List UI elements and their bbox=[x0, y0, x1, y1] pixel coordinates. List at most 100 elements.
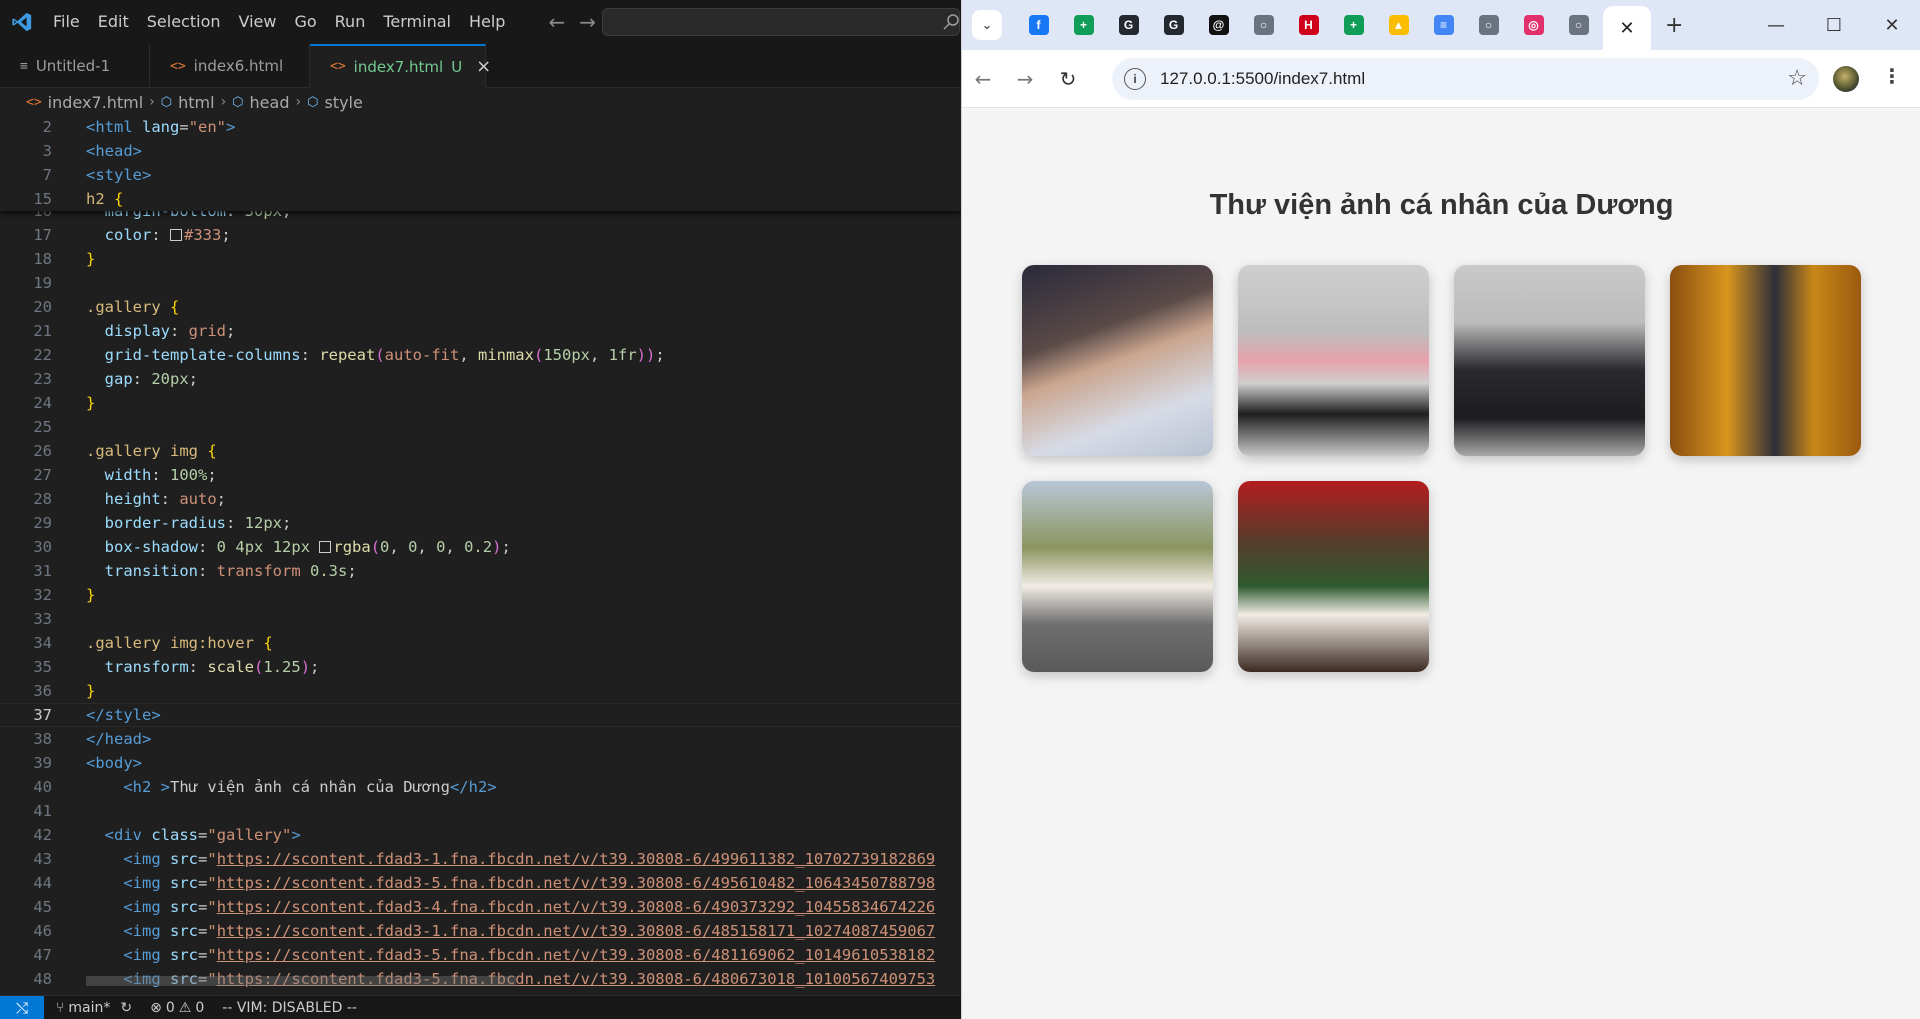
browser-tab[interactable]: ≡ bbox=[1421, 11, 1466, 39]
code-line[interactable]: 30 box-shadow: 0 4px 12px rgba(0, 0, 0, … bbox=[0, 535, 961, 559]
address-bar[interactable]: i 127.0.0.1:5500/index7.html ☆ bbox=[1112, 58, 1819, 100]
site-info-icon[interactable]: i bbox=[1124, 68, 1146, 90]
git-branch[interactable]: ⑂ main* ↻ bbox=[56, 1000, 132, 1016]
code-line[interactable]: 23 gap: 20px; bbox=[0, 367, 961, 391]
close-icon[interactable]: × bbox=[476, 56, 491, 77]
code-line[interactable]: 24} bbox=[0, 391, 961, 415]
chevron-right-icon: › bbox=[220, 94, 227, 110]
command-center-search[interactable] bbox=[602, 8, 960, 36]
close-icon[interactable]: ✕ bbox=[1619, 18, 1634, 39]
code-line[interactable]: 19 bbox=[0, 271, 961, 295]
new-tab-plus-icon[interactable]: + bbox=[1665, 13, 1683, 38]
menu-help[interactable]: Help bbox=[460, 0, 514, 44]
code-line[interactable]: 29 border-radius: 12px; bbox=[0, 511, 961, 535]
code-line[interactable]: 20 .gallery { bbox=[0, 295, 961, 319]
active-tab[interactable]: ✕ bbox=[1603, 6, 1651, 50]
tab-untitled-1[interactable]: ≡ Untitled-1 bbox=[0, 44, 150, 88]
photo-mirror-pink-shirt[interactable] bbox=[1238, 265, 1429, 456]
code-line[interactable]: 32} bbox=[0, 583, 961, 607]
browser-tab[interactable]: @ bbox=[1196, 11, 1241, 39]
code-line[interactable]: 17 color: #333; bbox=[0, 223, 961, 247]
browser-tab[interactable]: + bbox=[1061, 11, 1106, 39]
menu-run[interactable]: Run bbox=[326, 0, 375, 44]
google-docs-icon: ≡ bbox=[1433, 15, 1454, 35]
code-text: <style> bbox=[86, 166, 152, 184]
sticky-line[interactable]: 15 h2 { bbox=[0, 187, 961, 211]
close-window-icon[interactable]: ✕ bbox=[1863, 0, 1920, 50]
code-line[interactable]: 26 .gallery img { bbox=[0, 439, 961, 463]
code-line[interactable]: 38 </head> bbox=[0, 727, 961, 751]
forward-arrow-icon[interactable]: → bbox=[1012, 66, 1038, 92]
maximize-icon[interactable]: ☐ bbox=[1805, 0, 1863, 50]
photo-selfie-closeup[interactable] bbox=[1022, 265, 1213, 456]
browser-tab[interactable]: f bbox=[1016, 11, 1061, 39]
photo-street-winter[interactable] bbox=[1022, 481, 1213, 672]
browser-tab[interactable]: ▲ bbox=[1376, 11, 1421, 39]
browser-tab[interactable]: H bbox=[1286, 11, 1331, 39]
code-line[interactable]: 41 bbox=[0, 799, 961, 823]
code-line[interactable]: 45 <img src="https://scontent.fdad3-4.fn… bbox=[0, 895, 961, 919]
menu-view[interactable]: View bbox=[230, 0, 286, 44]
tab-index6-html[interactable]: <> index6.html bbox=[150, 44, 310, 88]
sticky-line[interactable]: 7 <style> bbox=[0, 163, 961, 187]
sticky-line[interactable]: 3 <head> bbox=[0, 139, 961, 163]
browser-tab[interactable]: + bbox=[1331, 11, 1376, 39]
breadcrumb-item[interactable]: html bbox=[178, 93, 214, 112]
code-line[interactable]: 35 transform: scale(1.25); bbox=[0, 655, 961, 679]
reload-icon[interactable]: ↻ bbox=[1055, 66, 1081, 92]
error-count: 0 bbox=[165, 999, 175, 1016]
back-arrow-icon[interactable]: ← bbox=[970, 66, 996, 92]
menu-file[interactable]: File bbox=[44, 0, 89, 44]
menu-go[interactable]: Go bbox=[285, 0, 325, 44]
code-line[interactable]: 34 .gallery img:hover { bbox=[0, 631, 961, 655]
sticky-scroll-header: 2 <html lang="en"> 3 <head> 7 <style> 15 h2 { bbox=[0, 115, 961, 211]
menu-selection[interactable]: Selection bbox=[138, 0, 230, 44]
browser-tab[interactable]: ○ bbox=[1556, 11, 1601, 39]
tab-search-chevron-icon[interactable]: ⌄ bbox=[972, 10, 1002, 40]
photo-mirror-black-jacket[interactable] bbox=[1454, 265, 1645, 456]
breadcrumb-item[interactable]: index7.html bbox=[48, 93, 143, 112]
code-line[interactable]: 31 transition: transform 0.3s; bbox=[0, 559, 961, 583]
remote-indicator-icon[interactable]: ⤭ bbox=[0, 995, 44, 1019]
code-line[interactable]: 39 <body> bbox=[0, 751, 961, 775]
problems-indicator[interactable]: ⊗ 0 ⚠ 0 bbox=[150, 1000, 204, 1016]
browser-tab[interactable]: ○ bbox=[1241, 11, 1286, 39]
breadcrumb-item[interactable]: head bbox=[250, 93, 290, 112]
code-line[interactable]: 18} bbox=[0, 247, 961, 271]
code-line[interactable]: 44 <img src="https://scontent.fdad3-5.fn… bbox=[0, 871, 961, 895]
code-editor[interactable]: 2 <html lang="en"> 3 <head> 7 <style> 15 h2 { 1… bbox=[0, 115, 961, 995]
sticky-line[interactable]: 2 <html lang="en"> bbox=[0, 115, 961, 139]
profile-avatar[interactable] bbox=[1833, 66, 1859, 92]
code-line[interactable]: 46 <img src="https://scontent.fdad3-1.fn… bbox=[0, 919, 961, 943]
code-line[interactable]: 37 </style> bbox=[0, 703, 961, 727]
minimize-icon[interactable]: — bbox=[1747, 0, 1805, 50]
menu-edit[interactable]: Edit bbox=[89, 0, 138, 44]
code-line[interactable]: 28 height: auto; bbox=[0, 487, 961, 511]
code-line[interactable]: 33 bbox=[0, 607, 961, 631]
code-line[interactable]: 40 <h2 >Thư viện ảnh cá nhân của Dương</… bbox=[0, 775, 961, 799]
code-line[interactable]: 22 grid-template-columns: repeat(auto-fi… bbox=[0, 343, 961, 367]
more-menu-icon[interactable]: ⋮ bbox=[1882, 64, 1902, 88]
code-line[interactable]: 36} bbox=[0, 679, 961, 703]
browser-tab[interactable]: G bbox=[1151, 11, 1196, 39]
code-line[interactable]: 21 display: grid; bbox=[0, 319, 961, 343]
photo-orange-hallway[interactable] bbox=[1670, 265, 1861, 456]
breadcrumb-item[interactable]: style bbox=[324, 93, 362, 112]
url-text[interactable]: 127.0.0.1:5500/index7.html bbox=[1160, 69, 1365, 89]
code-line[interactable]: 25 bbox=[0, 415, 961, 439]
tab-index7-html[interactable]: <> index7.html U × bbox=[310, 44, 491, 88]
photo-christmas-tree[interactable] bbox=[1238, 481, 1429, 672]
code-line[interactable]: 27 width: 100%; bbox=[0, 463, 961, 487]
code-line[interactable]: 43 <img src="https://scontent.fdad3-1.fn… bbox=[0, 847, 961, 871]
code-text: color: #333; bbox=[104, 226, 231, 244]
menu-terminal[interactable]: Terminal bbox=[374, 0, 460, 44]
browser-tab[interactable]: ○ bbox=[1466, 11, 1511, 39]
code-line[interactable]: 47 <img src="https://scontent.fdad3-5.fn… bbox=[0, 943, 961, 967]
browser-tab[interactable]: ◎ bbox=[1511, 11, 1556, 39]
code-line[interactable]: 42 <div class="gallery"> bbox=[0, 823, 961, 847]
bookmark-star-icon[interactable]: ☆ bbox=[1787, 66, 1807, 91]
horizontal-scrollbar[interactable] bbox=[86, 976, 516, 986]
back-arrow-icon[interactable]: ← bbox=[548, 10, 565, 34]
browser-tab[interactable]: G bbox=[1106, 11, 1151, 39]
forward-arrow-icon[interactable]: → bbox=[579, 10, 596, 34]
